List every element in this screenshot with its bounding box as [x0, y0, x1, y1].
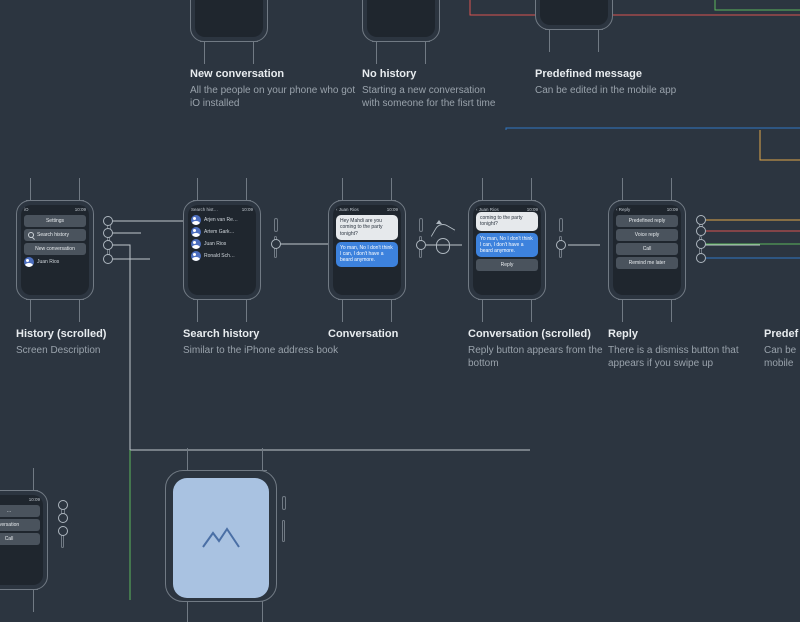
- caption-title: Conversation: [328, 328, 448, 342]
- avatar-icon: [191, 227, 201, 237]
- caption-title: Reply: [608, 328, 758, 342]
- connector-dot: [103, 228, 113, 238]
- caption-desc: Similar to the iPhone address book: [183, 344, 353, 358]
- reply-button[interactable]: Reply: [476, 259, 538, 271]
- caption-desc: There is a dismiss button that appears i…: [608, 344, 758, 371]
- contact-name: Artem Gark…: [204, 229, 235, 235]
- watch-predefined-message: I'm in a meeting Call me Hey, What's up?…: [535, 0, 625, 50]
- scroll-up-gesture-icon: [430, 220, 456, 260]
- settings-button[interactable]: Settings: [24, 215, 86, 227]
- connector-dot: [416, 240, 426, 250]
- avatar-icon: [191, 215, 201, 225]
- clock: 10:09: [527, 207, 538, 212]
- new-conversation-button[interactable]: New conversation: [24, 243, 86, 255]
- avatar-icon: [24, 257, 34, 267]
- conversation-button[interactable]: versation: [0, 519, 40, 531]
- screen-title: Search hist…: [191, 207, 218, 212]
- message-outgoing: Yo man, No I don't think I can, I don't …: [476, 233, 538, 258]
- list-item[interactable]: Artem Gark…: [191, 227, 253, 237]
- back-header[interactable]: ‹ Juan Rios: [336, 207, 359, 212]
- caption-title: Predef: [764, 328, 800, 342]
- back-header[interactable]: ‹ Juan Rios: [476, 207, 499, 212]
- search-icon: [28, 232, 34, 238]
- connector-dot: [103, 216, 113, 226]
- caption-desc: Starting a new conversation with someone…: [362, 84, 502, 111]
- connector-dot: [696, 253, 706, 263]
- watch-image-view: [165, 450, 285, 620]
- caption-desc: Can be mobile: [764, 344, 800, 371]
- mountain-icon: [201, 525, 241, 551]
- watch-reply: ‹ Reply 10:09 Predefined reply Voice repl…: [608, 180, 698, 320]
- connector-dot: [58, 513, 68, 523]
- watch-conversation-scrolled: ‹ Juan Rios 10:09 coming to the party ton…: [468, 180, 558, 320]
- caption-predef-cut: Predef Can be mobile: [764, 328, 800, 371]
- clock: 10:09: [242, 207, 253, 212]
- caption-predefined-message: Predefined message Can be edited in the …: [535, 68, 705, 97]
- caption-title: No history: [362, 68, 502, 82]
- connector-dot: [58, 500, 68, 510]
- menu-button[interactable]: …: [0, 505, 40, 517]
- remind-later-button[interactable]: Remind me later: [616, 257, 678, 269]
- watch-search-history: Search hist… 10:09 Arjen van Re… Artem Ga…: [183, 180, 273, 320]
- contact-name: Juan Rios: [37, 259, 59, 265]
- list-item[interactable]: Juan Rios: [191, 239, 253, 249]
- connector-dot: [696, 239, 706, 249]
- connector-dot: [696, 215, 706, 225]
- watch-new-conversation: Ashton Kutc… Danielle Rice Dorothy Dean: [190, 0, 280, 62]
- watch-detail-cut: ‹ det…10:09 … versation Call: [0, 470, 60, 610]
- message-incoming: Hey Mahdi are you coming to the party to…: [336, 215, 398, 240]
- clock: 10:09: [667, 207, 678, 212]
- diagram-canvas: Ashton Kutc… Danielle Rice Dorothy Dean …: [0, 0, 800, 600]
- caption-title: Predefined message: [535, 68, 705, 82]
- caption-desc: Reply button appears from the bottom: [468, 344, 608, 371]
- clock: 10:09: [387, 207, 398, 212]
- watch-history-scrolled: iO 10:09 Settings Search history New conv…: [16, 180, 106, 320]
- caption-reply: Reply There is a dismiss button that app…: [608, 328, 758, 371]
- connector-dot: [103, 240, 113, 250]
- clock: 10:09: [75, 207, 86, 212]
- list-item[interactable]: Juan Rios: [24, 257, 86, 267]
- voice-reply-button[interactable]: Voice reply: [616, 229, 678, 241]
- message-outgoing: Yo man, No I don't think I can, I don't …: [336, 242, 398, 267]
- caption-conversation: Conversation: [328, 328, 448, 342]
- call-button[interactable]: Call: [616, 243, 678, 255]
- caption-title: New conversation: [190, 68, 360, 82]
- search-history-button[interactable]: Search history: [24, 229, 86, 241]
- caption-desc: Can be edited in the mobile app: [535, 84, 705, 98]
- connector-dot: [58, 526, 68, 536]
- caption-history-scrolled: History (scrolled) Screen Description: [16, 328, 186, 357]
- connector-dot: [271, 239, 281, 249]
- connector-dot: [696, 226, 706, 236]
- watch-conversation: ‹ Juan Rios 10:09 Hey Mahdi are you comin…: [328, 180, 418, 320]
- list-item[interactable]: Ronald Sch…: [191, 251, 253, 261]
- caption-desc: All the people on your phone who got iO …: [190, 84, 360, 111]
- predefined-reply-button[interactable]: Predefined reply: [616, 215, 678, 227]
- caption-desc: Screen Description: [16, 344, 186, 358]
- app-title: iO: [24, 207, 29, 212]
- call-button[interactable]: Call: [0, 533, 40, 545]
- clock: 10:09: [29, 497, 40, 502]
- message-incoming: coming to the party tonight?: [476, 212, 538, 231]
- connector-dot: [103, 254, 113, 264]
- back-header[interactable]: ‹ Reply: [616, 207, 630, 212]
- caption-conversation-scrolled: Conversation (scrolled) Reply button app…: [468, 328, 608, 371]
- caption-no-history: No history Starting a new conversation w…: [362, 68, 502, 111]
- list-item[interactable]: Arjen van Re…: [191, 215, 253, 225]
- avatar-icon: [191, 251, 201, 261]
- contact-name: Juan Rios: [204, 241, 226, 247]
- contact-name: Ronald Sch…: [204, 253, 235, 259]
- contact-name: Arjen van Re…: [204, 217, 238, 223]
- watch-no-history: Predefined msg. Voice msg. Call: [362, 0, 452, 62]
- caption-new-conversation: New conversation All the people on your …: [190, 68, 360, 111]
- avatar-icon: [191, 239, 201, 249]
- caption-title: History (scrolled): [16, 328, 186, 342]
- caption-title: Conversation (scrolled): [468, 328, 608, 342]
- connector-dot: [556, 240, 566, 250]
